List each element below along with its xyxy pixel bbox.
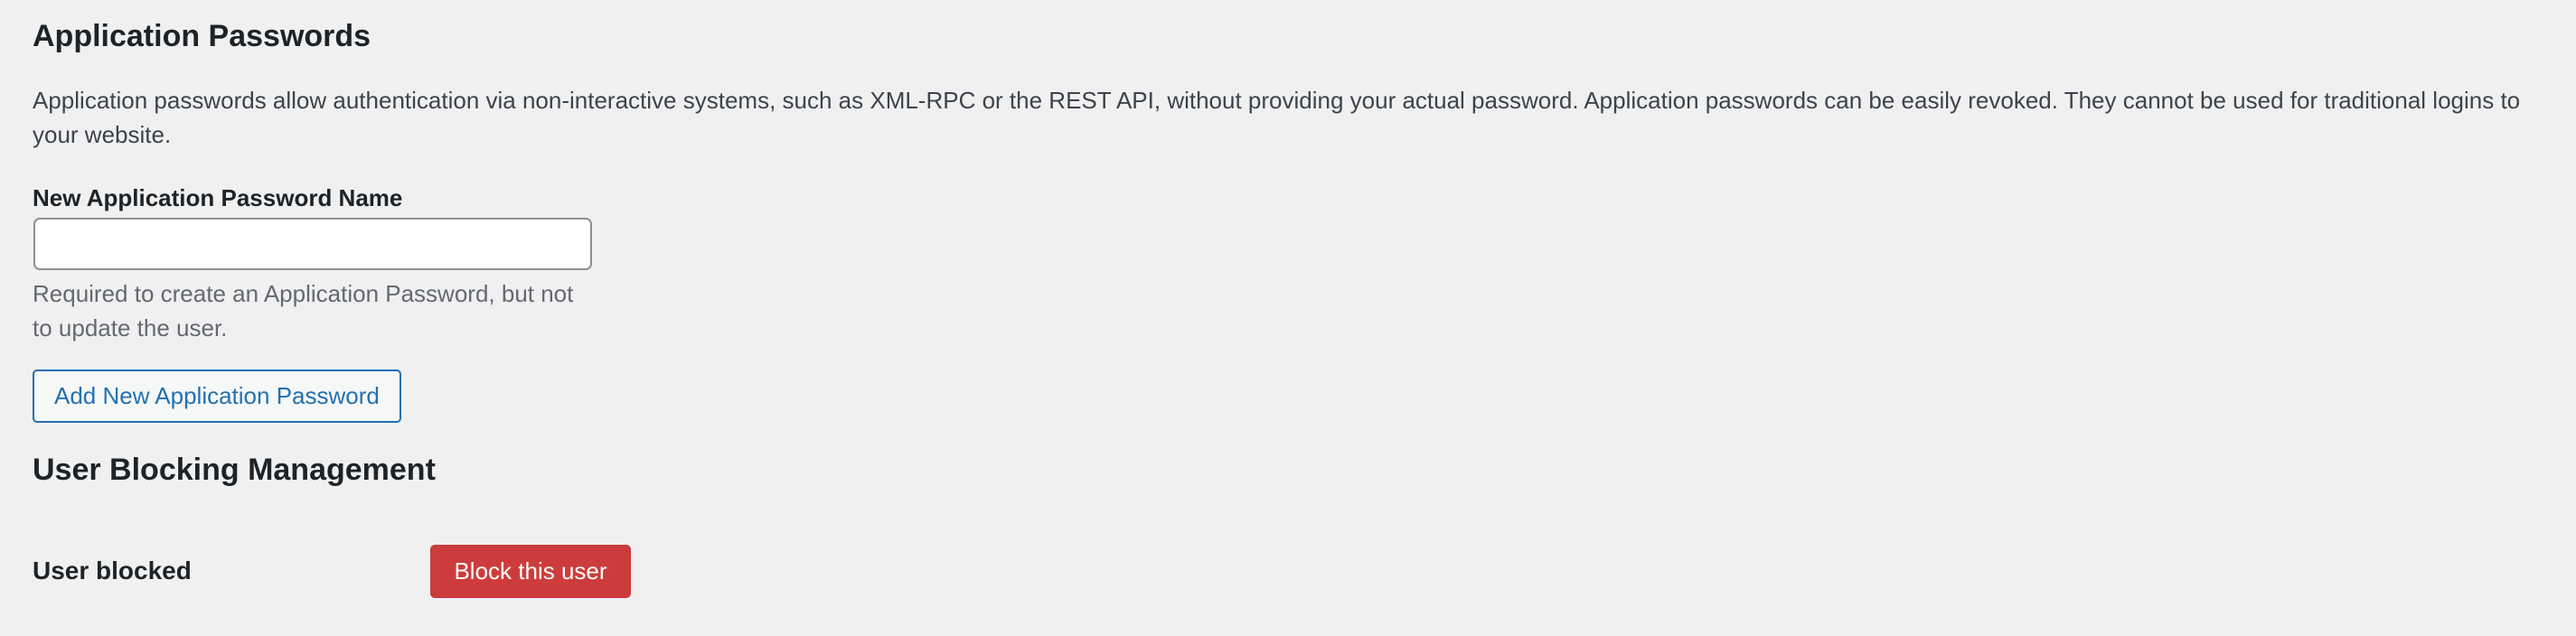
new-application-password-help-text: Required to create an Application Passwo… (33, 280, 574, 341)
user-blocked-label: User blocked (33, 556, 192, 585)
application-passwords-description: Application passwords allow authenticati… (33, 87, 2521, 148)
new-application-password-name-label: New Application Password Name (33, 184, 403, 211)
application-passwords-heading: Application Passwords (33, 19, 371, 53)
user-blocking-management-heading: User Blocking Management (33, 453, 436, 487)
add-new-application-password-button[interactable]: Add New Application Password (33, 369, 401, 423)
profile-settings-panel: Application Passwords Application passwo… (0, 0, 2576, 636)
new-application-password-name-input[interactable] (33, 218, 592, 270)
block-user-button[interactable]: Block this user (430, 545, 631, 598)
